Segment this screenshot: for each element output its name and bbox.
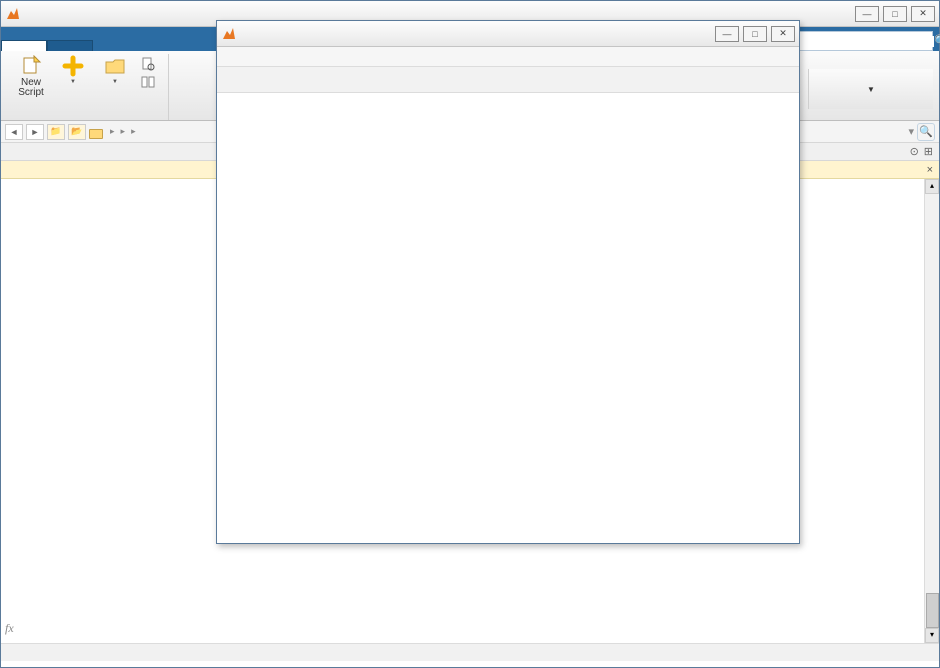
cmd-actions-icon[interactable]: ⊙ <box>910 145 919 158</box>
nav-forward-button[interactable]: ► <box>26 124 44 140</box>
matlab-logo-icon <box>5 6 21 22</box>
fig-close-button[interactable]: ✕ <box>771 26 795 42</box>
banner-close-icon[interactable]: × <box>927 164 933 176</box>
find-files-button[interactable] <box>137 56 162 72</box>
nav-history-button[interactable]: 📂 <box>68 124 86 140</box>
new-script-button[interactable]: NewScript <box>11 54 51 99</box>
path-dropdown-icon[interactable]: ▾ <box>908 125 914 138</box>
figure-window[interactable]: — □ ✕ <box>216 20 800 544</box>
open-button[interactable]: ▼ <box>95 54 135 99</box>
maximize-button[interactable]: □ <box>883 6 907 22</box>
matlab-logo-icon <box>221 26 237 42</box>
path-search-icon[interactable]: 🔍 <box>917 123 935 141</box>
fig-minimize-button[interactable]: — <box>715 26 739 42</box>
figure-canvas[interactable] <box>217 93 799 543</box>
compare-button[interactable] <box>137 74 162 90</box>
fx-prompt-icon[interactable]: fx <box>5 619 14 637</box>
tab-home[interactable] <box>1 40 47 51</box>
scrollbar[interactable]: ▴ ▾ <box>924 179 939 643</box>
statusbar <box>1 643 939 661</box>
find-files-icon <box>141 57 155 71</box>
search-input[interactable] <box>794 36 934 47</box>
scroll-down-button[interactable]: ▾ <box>925 628 939 643</box>
plot-axes[interactable] <box>217 93 801 543</box>
new-script-icon <box>20 55 42 77</box>
new-button[interactable]: ▼ <box>53 54 93 99</box>
search-icon[interactable]: 🔍 <box>934 34 940 48</box>
compare-icon <box>141 75 155 89</box>
close-button[interactable]: ✕ <box>911 6 935 22</box>
figure-toolbar <box>217 67 799 93</box>
scroll-thumb[interactable] <box>926 593 939 628</box>
minimize-button[interactable]: — <box>855 6 879 22</box>
cmd-undock-icon[interactable]: ⊞ <box>924 145 933 158</box>
nav-up-button[interactable]: 📁 <box>47 124 65 140</box>
figure-titlebar[interactable]: — □ ✕ <box>217 21 799 47</box>
figure-menubar <box>217 47 799 67</box>
open-icon <box>104 55 126 77</box>
nav-back-button[interactable]: ◄ <box>5 124 23 140</box>
new-icon <box>62 55 84 77</box>
resources-panel[interactable]: ▼ <box>808 69 933 109</box>
search-box[interactable]: 🔍 <box>793 31 933 51</box>
tab-plots[interactable] <box>47 40 93 51</box>
fig-maximize-button[interactable]: □ <box>743 26 767 42</box>
folder-icon <box>89 129 103 139</box>
scroll-up-button[interactable]: ▴ <box>925 179 939 194</box>
